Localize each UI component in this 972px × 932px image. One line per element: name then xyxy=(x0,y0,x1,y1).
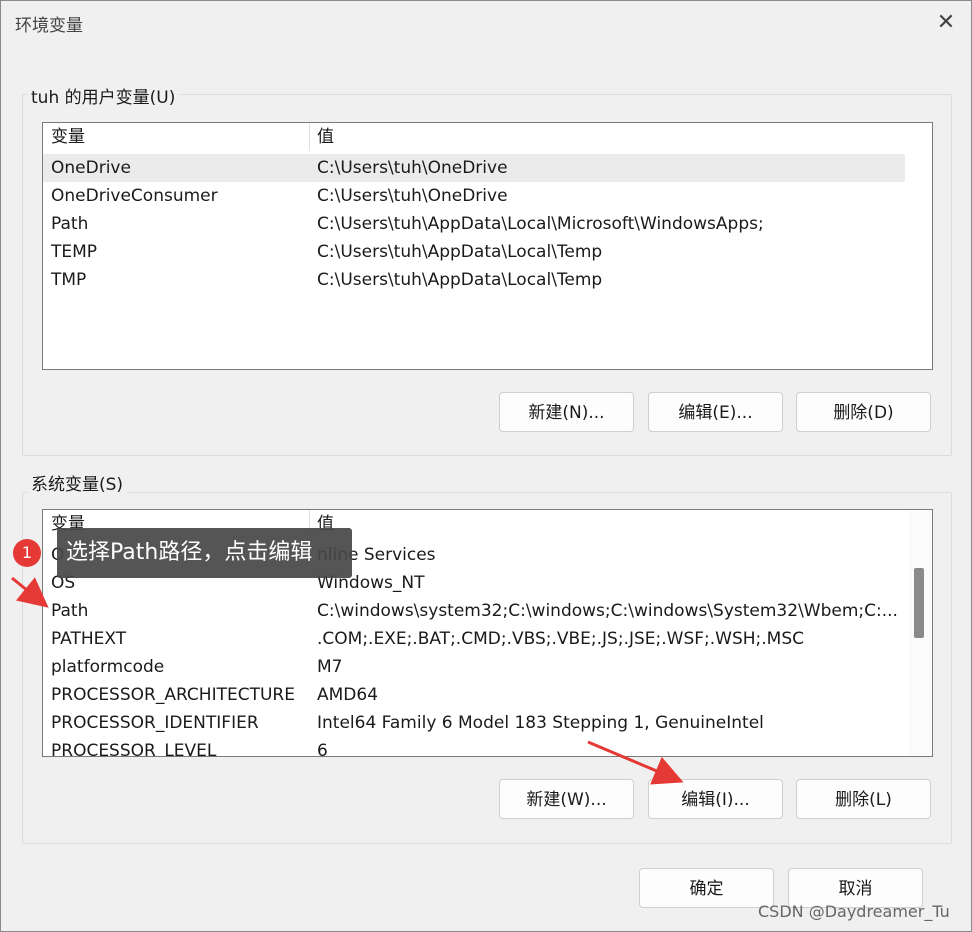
arrow-to-edit-button xyxy=(587,740,684,785)
annotation-arrows xyxy=(11,576,684,785)
arrow-to-path-row xyxy=(11,576,49,608)
watermark: CSDN @Daydreamer_Tu xyxy=(758,902,950,921)
